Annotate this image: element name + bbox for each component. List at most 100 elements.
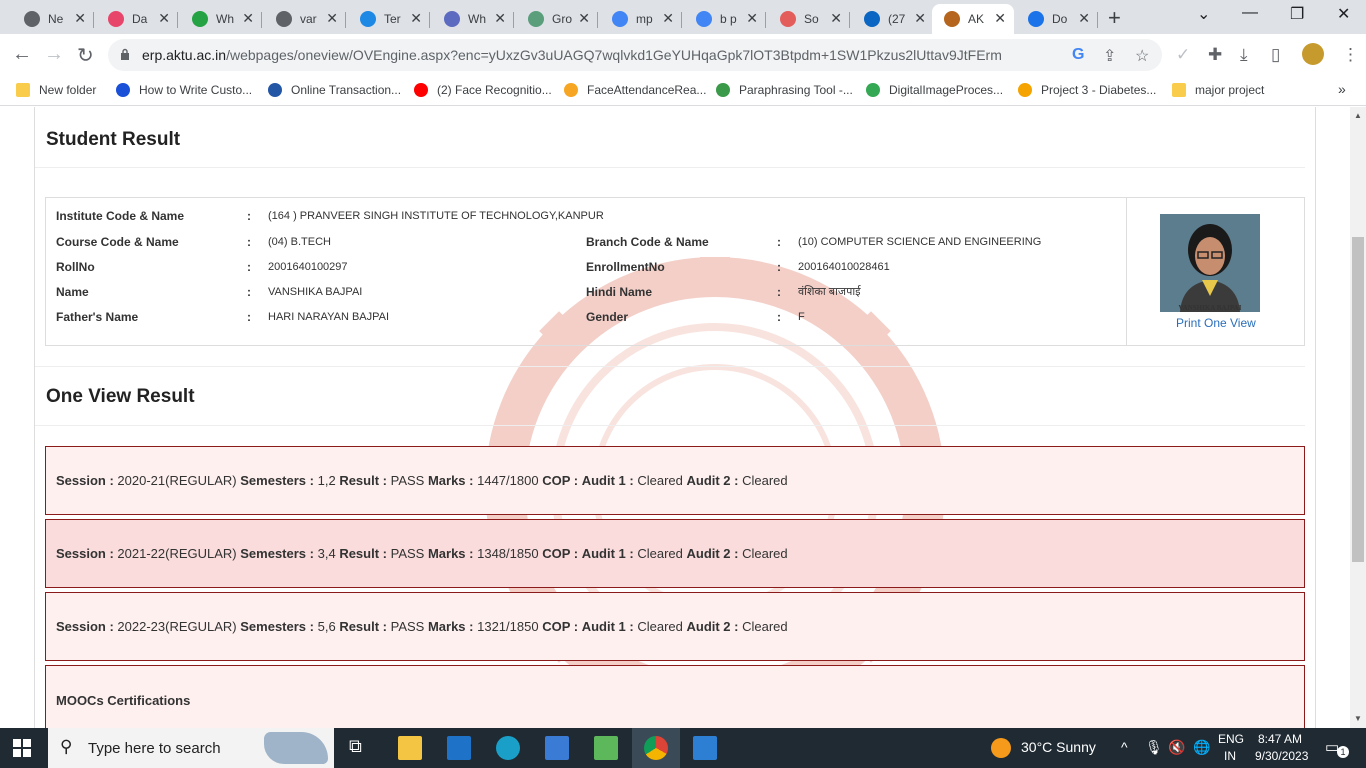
microphone-icon[interactable]: 🎙 (1145, 739, 1163, 756)
network-globe-icon[interactable]: 🌐 (1193, 739, 1210, 756)
bookmark-item[interactable]: Project 3 - Diabetes... (1018, 83, 1156, 97)
browser-tab[interactable]: So ✕ (768, 4, 850, 34)
share-icon[interactable]: ⇪ (1103, 46, 1116, 66)
photos-icon[interactable] (693, 736, 717, 760)
tab-close-icon[interactable]: ✕ (242, 10, 254, 27)
tab-separator (681, 12, 682, 28)
language-code[interactable]: ENG (1218, 732, 1244, 746)
print-one-view-link[interactable]: Print One View (1176, 316, 1256, 330)
session-result-row[interactable]: Session : 2020-21(REGULAR) Semesters : 1… (45, 446, 1305, 515)
browser-tab[interactable]: Gro ✕ (516, 4, 598, 34)
scroll-up-arrow-icon[interactable]: ▲ (1354, 111, 1362, 120)
audit2-value: Cleared (742, 546, 788, 561)
bookmark-label: FaceAttendanceRea... (587, 83, 707, 97)
clock-time[interactable]: 8:47 AM (1258, 732, 1302, 746)
browser-tab[interactable]: Wh ✕ (180, 4, 262, 34)
tray-chevron-icon[interactable]: ^ (1121, 739, 1128, 755)
bookmark-favicon-icon (414, 83, 428, 97)
edge-browser-icon[interactable] (496, 736, 520, 760)
student-info-panel: Institute Code & Name : (164 ) PRANVEER … (45, 197, 1305, 346)
file-explorer-icon[interactable] (398, 736, 422, 760)
bookmark-item[interactable]: New folder (16, 83, 96, 97)
language-region[interactable]: IN (1224, 749, 1236, 763)
session-value: 2021-22(REGULAR) (117, 546, 237, 561)
tab-separator (765, 12, 766, 28)
tab-close-icon[interactable]: ✕ (326, 10, 338, 27)
more-bookmarks-icon[interactable]: » (1338, 81, 1346, 97)
bookmark-star-icon[interactable]: ☆ (1135, 46, 1149, 66)
close-window-button[interactable]: ✕ (1337, 4, 1350, 24)
bookmark-item[interactable]: DigitalImageProces... (866, 83, 1003, 97)
browser-tab[interactable]: Da ✕ (96, 4, 178, 34)
google-lens-icon[interactable]: G (1072, 46, 1084, 64)
forward-arrow-icon[interactable]: → (44, 43, 64, 66)
profile-avatar[interactable] (1302, 43, 1324, 65)
browser-tab[interactable]: Ter ✕ (348, 4, 430, 34)
tab-close-icon[interactable]: ✕ (578, 10, 590, 27)
extensions-puzzle-icon[interactable]: ✚ (1208, 45, 1222, 65)
tab-separator (177, 12, 178, 28)
reload-icon[interactable]: ↻ (77, 43, 94, 68)
chrome-taskbar-active[interactable] (632, 728, 680, 768)
download-icon[interactable]: ⤓ (1240, 45, 1248, 65)
windows-start-icon[interactable] (13, 739, 31, 757)
lock-icon[interactable] (120, 48, 130, 60)
tab-close-icon[interactable]: ✕ (994, 10, 1006, 27)
browser-tab[interactable]: b p ✕ (684, 4, 766, 34)
tab-close-icon[interactable]: ✕ (830, 10, 842, 27)
maximize-button[interactable]: ❐ (1290, 4, 1304, 24)
bookmark-item[interactable]: Paraphrasing Tool -... (716, 83, 853, 97)
browser-tab[interactable]: AK ✕ (932, 4, 1014, 34)
folder-icon (1172, 83, 1186, 97)
page-scrollbar[interactable]: ▲ ▼ (1350, 107, 1366, 728)
browser-tab[interactable]: (27 ✕ (852, 4, 934, 34)
audit2-value: Cleared (742, 619, 788, 634)
tab-close-icon[interactable]: ✕ (746, 10, 758, 27)
microsoft-store-icon[interactable] (545, 736, 569, 760)
semesters-value: 3,4 (317, 546, 336, 561)
bookmark-item[interactable]: major project (1172, 83, 1264, 97)
browser-tab[interactable]: Do ✕ (1016, 4, 1098, 34)
session-result-row[interactable]: Session : 2022-23(REGULAR) Semesters : 5… (45, 592, 1305, 661)
menu-kebab-icon[interactable]: ⋮ (1342, 45, 1359, 65)
result-card: Student Result Institute Code & Name : (… (34, 107, 1316, 728)
bookmark-item[interactable]: (2) Face Recognitio... (414, 83, 552, 97)
weather-sun-icon[interactable] (991, 738, 1011, 758)
address-bar[interactable]: erp.aktu.ac.in/webpages/oneview/OVEngine… (108, 39, 1162, 71)
task-view-icon[interactable]: ⧉ (349, 736, 373, 760)
side-panel-icon[interactable]: ▯ (1271, 45, 1280, 65)
session-result-row[interactable]: Session : 2021-22(REGULAR) Semesters : 3… (45, 519, 1305, 588)
browser-tab[interactable]: var ✕ (264, 4, 346, 34)
scroll-down-arrow-icon[interactable]: ▼ (1354, 714, 1362, 723)
browser-tab[interactable]: Wh ✕ (432, 4, 514, 34)
bookmark-item[interactable]: Online Transaction... (268, 83, 401, 97)
new-tab-button[interactable]: + (1108, 5, 1121, 31)
url-text[interactable]: erp.aktu.ac.in/webpages/oneview/OVEngine… (142, 47, 1002, 63)
tab-close-icon[interactable]: ✕ (74, 10, 86, 27)
mail-icon[interactable] (447, 736, 471, 760)
tab-close-icon[interactable]: ✕ (662, 10, 674, 27)
camtasia-icon[interactable] (594, 736, 618, 760)
weather-text[interactable]: 30°C Sunny (1021, 739, 1096, 755)
browser-tab[interactable]: Ne ✕ (12, 4, 94, 34)
tab-close-icon[interactable]: ✕ (914, 10, 926, 27)
check-extension-icon[interactable]: ✓ (1176, 45, 1190, 65)
speaker-muted-icon[interactable]: 🔇 (1168, 739, 1185, 756)
bookmark-favicon-icon (116, 83, 130, 97)
tab-title: Ne (48, 12, 64, 26)
taskbar-search-box[interactable]: ⚲ Type here to search (48, 728, 334, 768)
scrollbar-thumb[interactable] (1352, 237, 1364, 562)
audit1-label: Audit 1 : (581, 546, 634, 561)
clock-date[interactable]: 9/30/2023 (1255, 749, 1308, 763)
bookmark-item[interactable]: How to Write Custo... (116, 83, 252, 97)
bookmark-item[interactable]: FaceAttendanceRea... (564, 83, 706, 97)
minimize-button[interactable]: — (1242, 4, 1258, 22)
tab-close-icon[interactable]: ✕ (1078, 10, 1090, 27)
tab-close-icon[interactable]: ✕ (158, 10, 170, 27)
tab-close-icon[interactable]: ✕ (410, 10, 422, 27)
tab-close-icon[interactable]: ✕ (494, 10, 506, 27)
tab-search-icon[interactable]: ⌄ (1197, 4, 1210, 24)
browser-tab[interactable]: mp ✕ (600, 4, 682, 34)
session-label: Session : (56, 546, 114, 561)
back-arrow-icon[interactable]: ← (12, 43, 32, 66)
